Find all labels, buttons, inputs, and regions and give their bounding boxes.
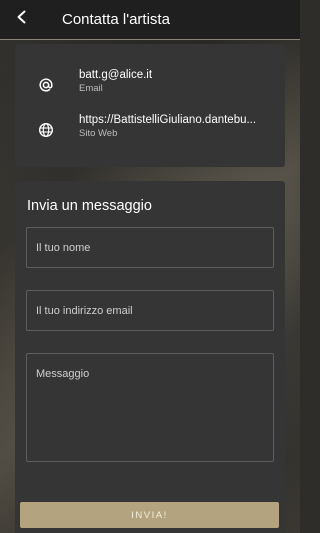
website-label: Sito Web <box>79 128 118 139</box>
send-button[interactable]: INVIA! <box>20 502 279 528</box>
page-title: Contatta l'artista <box>62 11 170 28</box>
arrow-left-icon <box>15 10 29 29</box>
top-app-bar: Contatta l'artista <box>0 0 300 40</box>
message-form-card: Invia un messaggio <box>15 181 285 533</box>
at-sign-icon <box>37 76 55 94</box>
contact-info-card: batt.g@alice.it Email https://Battistell… <box>15 44 285 167</box>
contact-row-website[interactable]: https://BattistelliGiuliano.dantebu... S… <box>15 113 285 153</box>
email-label: Email <box>79 83 103 94</box>
email-value: batt.g@alice.it <box>79 69 153 81</box>
globe-icon <box>37 121 55 139</box>
website-value: https://BattistelliGiuliano.dantebu... <box>79 114 257 126</box>
message-textarea[interactable] <box>26 353 274 462</box>
message-form-title: Invia un messaggio <box>27 198 152 214</box>
email-input[interactable] <box>26 290 274 331</box>
name-input[interactable] <box>26 227 274 268</box>
back-button[interactable] <box>0 0 44 40</box>
contact-row-email[interactable]: batt.g@alice.it Email <box>15 68 285 108</box>
